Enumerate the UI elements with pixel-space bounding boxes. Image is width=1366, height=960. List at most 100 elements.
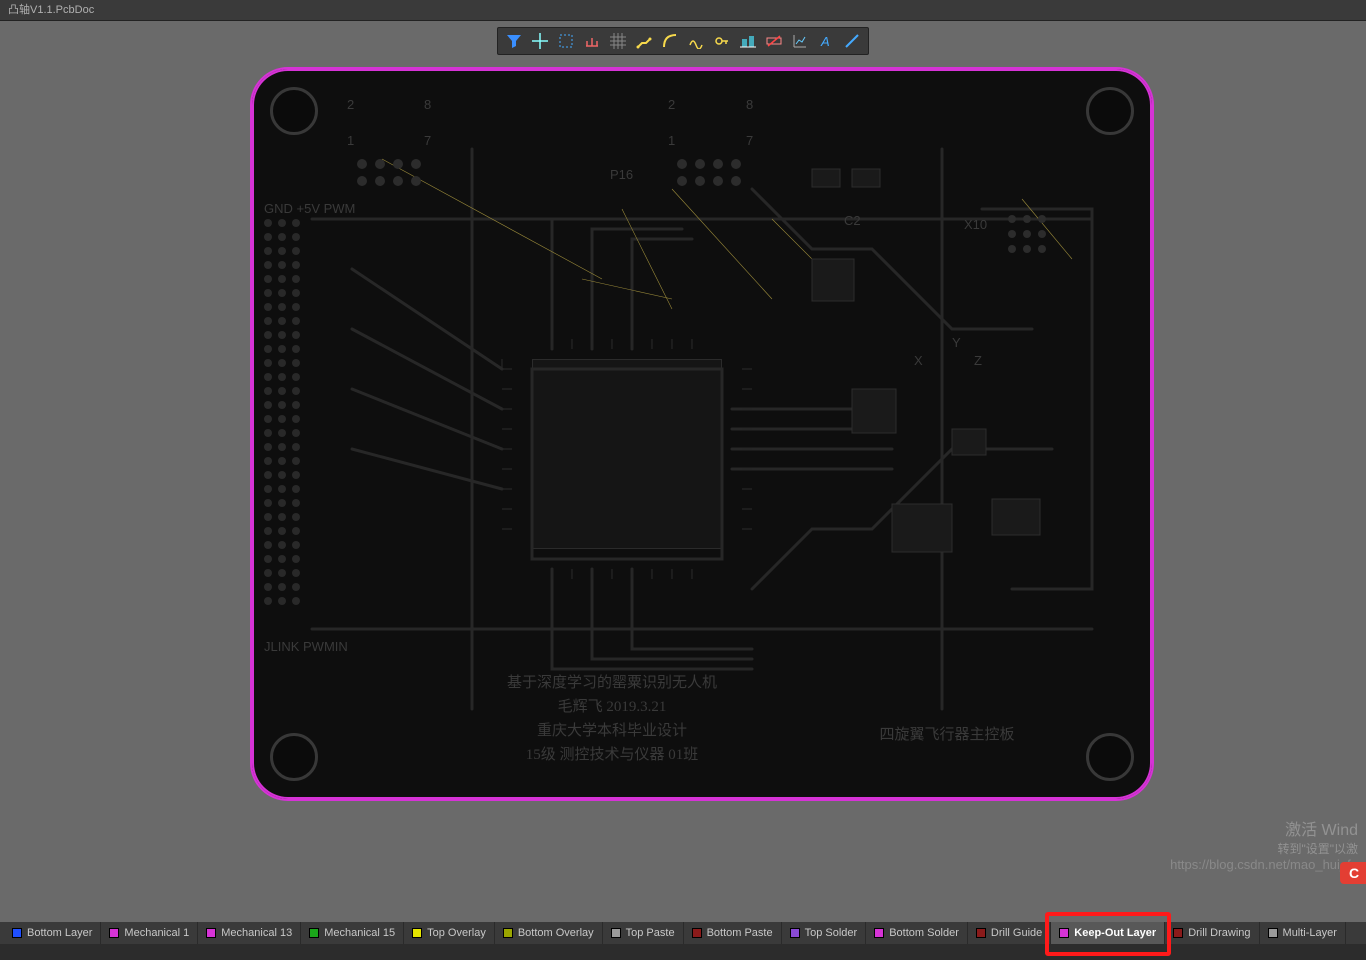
pad (264, 485, 272, 493)
svg-text:2: 2 (347, 97, 354, 112)
arc-icon[interactable] (658, 30, 682, 52)
svg-text:Z: Z (974, 353, 982, 368)
layer-tab-multi-layer[interactable]: Multi-Layer (1260, 922, 1346, 944)
pad (278, 597, 286, 605)
svg-text:1: 1 (347, 133, 354, 148)
pad (264, 373, 272, 381)
pad (264, 443, 272, 451)
layer-color-swatch (12, 928, 22, 938)
select-rect-icon[interactable] (554, 30, 578, 52)
pad (292, 275, 300, 283)
pad (278, 485, 286, 493)
layer-tab-drill-drawing[interactable]: Drill Drawing (1165, 922, 1259, 944)
document-filename: 凸轴V1.1.PcbDoc (8, 4, 94, 16)
layer-tab-bottom-layer[interactable]: Bottom Layer (4, 922, 101, 944)
pad (278, 541, 286, 549)
status-bar (0, 944, 1366, 960)
crosshair-icon[interactable] (528, 30, 552, 52)
key-icon[interactable] (710, 30, 734, 52)
layer-tab-mechanical-1[interactable]: Mechanical 1 (101, 922, 198, 944)
silkscreen-line: 毛辉飞 2019.3.21 (422, 695, 802, 719)
pad (278, 401, 286, 409)
csdn-badge-icon: C (1340, 862, 1366, 884)
layer-tab-bar: Bottom Layer Mechanical 1 Mechanical 13 Mec… (0, 922, 1366, 944)
pad (292, 303, 300, 311)
layer-tab-top-overlay[interactable]: Top Overlay (404, 922, 495, 944)
pad (292, 541, 300, 549)
pad (292, 527, 300, 535)
pad (292, 373, 300, 381)
watermark-line: 转到"设置"以激 (1170, 842, 1358, 858)
titlebar: 凸轴V1.1.PcbDoc (0, 0, 1366, 21)
pad (264, 331, 272, 339)
silkscreen-block: 基于深度学习的罂粟识别无人机 毛辉飞 2019.3.21 重庆大学本科毕业设计 … (422, 671, 802, 767)
pad (264, 597, 272, 605)
pad (278, 331, 286, 339)
pad (264, 233, 272, 241)
layer-tab-label: Mechanical 13 (221, 927, 292, 939)
layer-tab-bottom-solder[interactable]: Bottom Solder (866, 922, 968, 944)
chart-icon[interactable] (788, 30, 812, 52)
dimension-icon[interactable] (580, 30, 604, 52)
pad (264, 345, 272, 353)
line-icon[interactable] (840, 30, 864, 52)
pad (292, 401, 300, 409)
pad (278, 247, 286, 255)
layer-tab-label: Bottom Paste (707, 927, 773, 939)
layer-tab-keep-out-layer[interactable]: Keep-Out Layer (1051, 922, 1165, 944)
layer-tab-top-solder[interactable]: Top Solder (782, 922, 867, 944)
grid-icon[interactable] (606, 30, 630, 52)
layer-tab-label: Bottom Solder (889, 927, 959, 939)
pad (264, 247, 272, 255)
layer-tab-label: Keep-Out Layer (1074, 927, 1156, 939)
pad (278, 261, 286, 269)
layer-color-swatch (790, 928, 800, 938)
layer-tab-label: Mechanical 1 (124, 927, 189, 939)
pad (264, 401, 272, 409)
pad (264, 541, 272, 549)
layer-tab-drill-guide[interactable]: Drill Guide (968, 922, 1051, 944)
layer-color-swatch (1059, 928, 1069, 938)
pad (264, 555, 272, 563)
layer-tab-label: Top Overlay (427, 927, 486, 939)
pad (278, 233, 286, 241)
filter-icon[interactable] (502, 30, 526, 52)
text-icon[interactable]: A (814, 30, 838, 52)
pad (278, 345, 286, 353)
pcb-canvas[interactable]: GND +5V PWM JLINK PWMIN 基于深度学习的罂粟识别无人机 毛… (0, 21, 1366, 922)
layer-tab-bottom-paste[interactable]: Bottom Paste (684, 922, 782, 944)
pad (278, 275, 286, 283)
pad (292, 499, 300, 507)
measure-icon[interactable] (762, 30, 786, 52)
pad (278, 555, 286, 563)
silkscreen-label: GND +5V PWM (264, 201, 355, 216)
pad (264, 359, 272, 367)
pad (292, 233, 300, 241)
pad (278, 317, 286, 325)
layer-color-swatch (206, 928, 216, 938)
pad (264, 583, 272, 591)
align-icon[interactable] (736, 30, 760, 52)
pad (292, 345, 300, 353)
layer-tab-top-paste[interactable]: Top Paste (603, 922, 684, 944)
pad (292, 597, 300, 605)
layer-tab-mechanical-13[interactable]: Mechanical 13 (198, 922, 301, 944)
pcb-toolbar: A (497, 27, 869, 55)
pad (264, 289, 272, 297)
route-icon[interactable] (632, 30, 656, 52)
layer-tab-mechanical-15[interactable]: Mechanical 15 (301, 922, 404, 944)
pad (278, 471, 286, 479)
pad (292, 317, 300, 325)
mounting-hole-icon (1086, 733, 1134, 781)
pad (278, 429, 286, 437)
watermark-url: https://blog.csdn.net/mao_hui_fe (1170, 857, 1358, 874)
silkscreen-line: 四旋翼飞行器主控板 (842, 723, 1052, 747)
pad (292, 331, 300, 339)
svg-text:P16: P16 (610, 167, 633, 182)
layer-tab-bottom-overlay[interactable]: Bottom Overlay (495, 922, 603, 944)
silkscreen-label: JLINK PWMIN (264, 639, 348, 654)
layer-color-swatch (874, 928, 884, 938)
pad (292, 247, 300, 255)
layer-tab-label: Multi-Layer (1283, 927, 1337, 939)
auto-route-icon[interactable] (684, 30, 708, 52)
